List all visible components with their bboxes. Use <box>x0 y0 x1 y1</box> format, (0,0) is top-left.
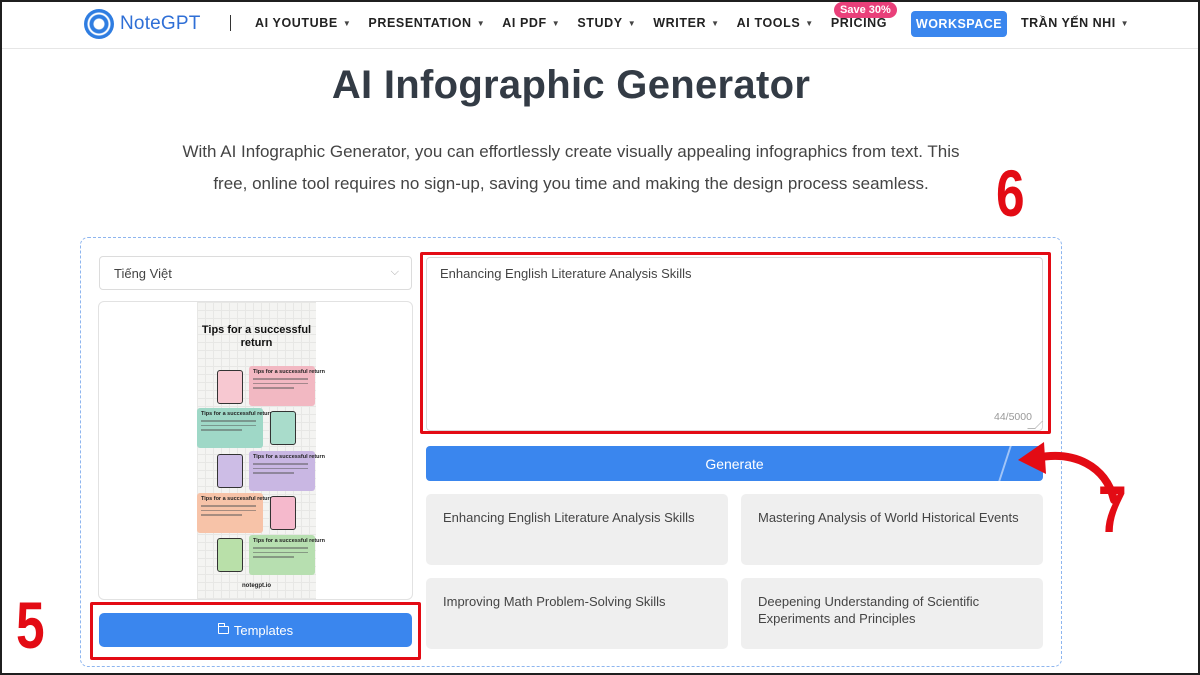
caret-down-icon: ▼ <box>551 18 561 28</box>
logo[interactable]: NoteGPT <box>84 9 201 39</box>
caret-down-icon: ▼ <box>342 18 352 28</box>
suggestion-card[interactable]: Improving Math Problem-Solving Skills <box>426 578 728 649</box>
nav-item-label: AI PDF <box>502 16 547 30</box>
notebook-illustration <box>217 538 243 572</box>
suggestion-card[interactable]: Enhancing English Literature Analysis Sk… <box>426 494 728 565</box>
preview-title: Tips for a successful return <box>201 324 312 349</box>
preview-card-heading: Tips for a successful return <box>253 454 326 460</box>
templates-button[interactable]: Templates <box>99 613 412 647</box>
caret-down-icon: ▼ <box>476 18 486 28</box>
prompt-textarea[interactable]: Enhancing English Literature Analysis Sk… <box>426 257 1043 431</box>
notebook-illustration <box>270 411 296 445</box>
nav-item-ai-youtube[interactable]: AI YOUTUBE ▼ <box>255 16 351 30</box>
caret-down-icon: ▼ <box>627 18 637 28</box>
generate-button-label: Generate <box>705 455 764 472</box>
nav-item-ai-pdf[interactable]: AI PDF ▼ <box>502 16 560 30</box>
generate-button[interactable]: Generate <box>426 446 1043 481</box>
caret-down-icon: ▼ <box>805 18 814 28</box>
character-count: 44/5000 <box>994 411 1032 423</box>
preview-card-heading: Tips for a successful return <box>253 369 326 375</box>
preview-card: Tips for a successful return <box>197 493 274 533</box>
templates-button-label: Templates <box>233 622 294 638</box>
curved-arrow-icon <box>1018 442 1118 504</box>
folder-icon <box>217 623 229 634</box>
nav-item-label: PRESENTATION <box>368 16 472 30</box>
suggestion-card[interactable]: Mastering Analysis of World Historical E… <box>741 494 1043 565</box>
infographic-preview-image: Tips for a successful return Tips for a … <box>197 302 326 599</box>
user-menu[interactable]: TRẦN YẾN NHI ▼ <box>1021 16 1129 30</box>
nav-item-label: PRICING <box>830 16 888 30</box>
page-title: AI Infographic Generator <box>331 63 811 107</box>
nav-item-writer[interactable]: WRITER ▼ <box>653 16 719 30</box>
preview-card: Tips for a successful return <box>249 535 326 575</box>
caret-down-icon: ▼ <box>1120 18 1130 28</box>
language-select[interactable]: Tiếng Việt ⌵ <box>99 256 412 290</box>
caret-down-icon: ▼ <box>711 18 720 28</box>
user-name: TRẦN YẾN NHI <box>1021 16 1116 30</box>
nav-item-label: AI TOOLS <box>736 16 801 30</box>
nav-menu: AI YOUTUBE ▼ PRESENTATION ▼ AI PDF ▼ STUDY ▼… <box>255 16 904 30</box>
logo-text: NoteGPT <box>120 13 201 34</box>
preview-card-heading: Tips for a successful return <box>201 496 274 502</box>
chevron-down-icon: ⌵ <box>390 266 399 278</box>
preview-card-heading: Tips for a successful return <box>201 411 274 417</box>
template-preview[interactable]: Tips for a successful return Tips for a … <box>98 301 413 600</box>
preview-card: Tips for a successful return <box>249 366 326 406</box>
preview-card: Tips for a successful return <box>197 408 274 448</box>
preview-card: Tips for a successful return <box>249 451 326 491</box>
top-navbar: NoteGPT AI YOUTUBE ▼ PRESENTATION ▼ AI PDF… <box>0 0 1200 49</box>
language-select-value: Tiếng Việt <box>114 265 172 281</box>
notebook-illustration <box>270 496 296 530</box>
notebook-illustration <box>217 370 243 404</box>
notegpt-logo-icon <box>84 9 114 39</box>
nav-item-pricing[interactable]: PRICING <box>831 16 887 30</box>
preview-card-heading: Tips for a successful return <box>253 538 326 544</box>
nav-item-study[interactable]: STUDY ▼ <box>577 16 636 30</box>
nav-item-label: STUDY <box>577 16 623 30</box>
suggestion-card[interactable]: Deepening Understanding of Scientific Ex… <box>741 578 1043 649</box>
nav-item-ai-tools[interactable]: AI TOOLS ▼ <box>737 16 814 30</box>
nav-item-label: AI YOUTUBE <box>255 16 338 30</box>
page-description: With AI Infographic Generator, you can e… <box>182 142 960 193</box>
step-number-6: 6 <box>996 156 1025 230</box>
preview-footer: notegpt.io <box>242 583 271 589</box>
nav-item-label: WRITER <box>653 16 707 30</box>
notebook-illustration <box>217 454 243 488</box>
workspace-button[interactable]: WORKSPACE <box>911 11 1007 37</box>
pricing-discount-badge: Save 30% <box>834 2 897 18</box>
step-number-5: 5 <box>16 588 45 662</box>
nav-item-presentation[interactable]: PRESENTATION ▼ <box>368 16 485 30</box>
nav-divider <box>230 15 231 31</box>
